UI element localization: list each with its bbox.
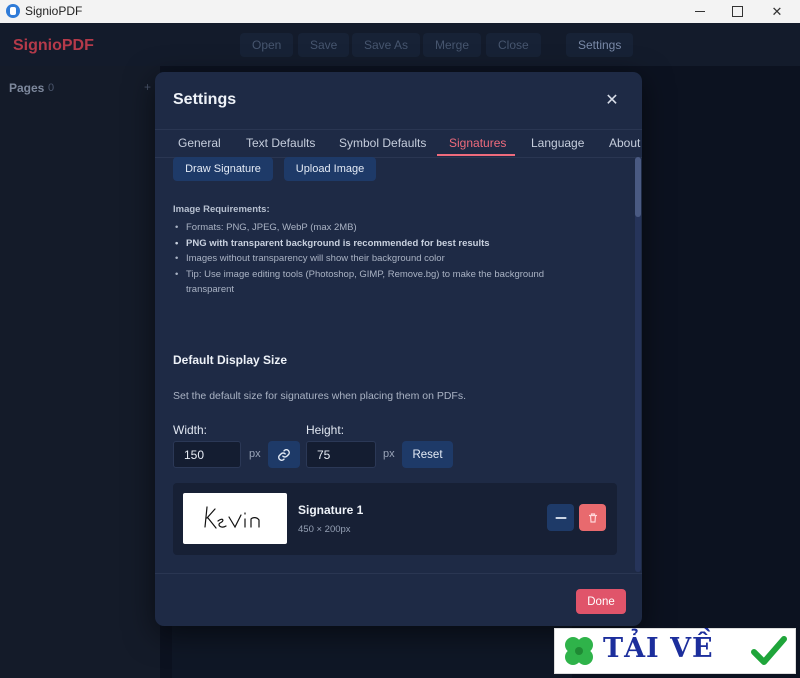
modal-footer: Done (155, 573, 642, 626)
height-label: Height: (306, 423, 345, 437)
requirements-list: Formats: PNG, JPEG, WebP (max 2MB) PNG w… (173, 220, 593, 298)
trash-icon (588, 512, 597, 523)
settings-tabs: General Text Defaults Symbol Defaults Si… (155, 129, 642, 158)
active-tab-indicator (437, 154, 515, 156)
app-brand: SignioPDF (13, 37, 94, 54)
os-titlebar: SignioPDF ✕ (0, 0, 800, 23)
signatures-panel: Draw Signature Upload Image Image Requir… (155, 157, 642, 573)
display-size-description: Set the default size for signatures when… (173, 390, 466, 402)
close-icon: ✕ (771, 3, 783, 19)
signature-card: Signature 1 450 × 200px (173, 483, 617, 555)
pages-sidebar: Pages 0 + (0, 66, 160, 678)
list-item: Images without transparency will show th… (173, 251, 593, 267)
settings-button[interactable]: Settings (566, 33, 634, 57)
modal-scrollbar[interactable] (635, 157, 641, 572)
save-button[interactable]: Save (298, 33, 350, 57)
checkmark-icon (751, 636, 787, 665)
merge-button[interactable]: Merge (423, 33, 482, 57)
tab-language[interactable]: Language (531, 136, 584, 150)
signature-handwriting (204, 506, 260, 529)
maximize-icon (731, 6, 743, 17)
tab-about[interactable]: About (609, 136, 640, 150)
close-icon: ✕ (605, 92, 619, 109)
clover-icon (565, 637, 593, 665)
app-logo-icon (6, 4, 20, 18)
signature-dimensions: 450 × 200px (298, 524, 351, 535)
open-button[interactable]: Open (240, 33, 294, 57)
add-page-button[interactable]: + (144, 80, 151, 94)
tab-symbol-defaults[interactable]: Symbol Defaults (339, 136, 426, 150)
signature-preview (183, 493, 287, 544)
settings-modal: Settings ✕ General Text Defaults Symbol … (155, 72, 642, 626)
display-size-title: Default Display Size (173, 353, 288, 367)
width-unit: px (249, 448, 261, 460)
window-close-button[interactable]: ✕ (754, 0, 800, 23)
tab-general[interactable]: General (178, 136, 221, 150)
save-as-button[interactable]: Save As (352, 33, 421, 57)
modal-header: Settings ✕ (155, 72, 642, 129)
list-item: PNG with transparent background is recom… (173, 236, 593, 252)
edit-icon (554, 516, 567, 519)
height-input[interactable]: 75 (306, 441, 376, 468)
modal-close-button[interactable]: ✕ (603, 91, 621, 109)
modal-scrollbar-thumb[interactable] (635, 157, 641, 217)
width-input[interactable]: 150 (173, 441, 241, 468)
requirements-title: Image Requirements: (173, 204, 270, 215)
workspace-panel (172, 620, 572, 678)
watermark-text: TẢI VỀ (603, 633, 714, 664)
delete-signature-button[interactable] (579, 504, 606, 531)
pages-label: Pages (9, 81, 45, 95)
upload-image-button[interactable]: Upload Image (284, 157, 376, 181)
app-toolbar: SignioPDF Open Save Save As Merge Close … (0, 23, 800, 66)
tab-text-defaults[interactable]: Text Defaults (246, 136, 315, 150)
watermark-logo: TẢI VỀ (554, 628, 796, 674)
window-title: SignioPDF (25, 4, 83, 18)
done-button[interactable]: Done (576, 589, 626, 614)
close-document-button[interactable]: Close (486, 33, 541, 57)
draw-signature-button[interactable]: Draw Signature (173, 157, 273, 181)
link-icon (278, 448, 290, 461)
height-unit: px (383, 448, 395, 460)
tab-signatures[interactable]: Signatures (449, 136, 506, 150)
reset-size-button[interactable]: Reset (402, 441, 453, 468)
list-item: Formats: PNG, JPEG, WebP (max 2MB) (173, 220, 593, 236)
minimize-icon (695, 11, 705, 12)
link-aspect-button[interactable] (268, 441, 300, 468)
edit-signature-button[interactable] (547, 504, 574, 531)
width-label: Width: (173, 423, 208, 437)
modal-title: Settings (173, 91, 237, 108)
pages-count: 0 (48, 82, 55, 94)
list-item: Tip: Use image editing tools (Photoshop,… (173, 267, 593, 298)
signature-name: Signature 1 (298, 503, 364, 517)
